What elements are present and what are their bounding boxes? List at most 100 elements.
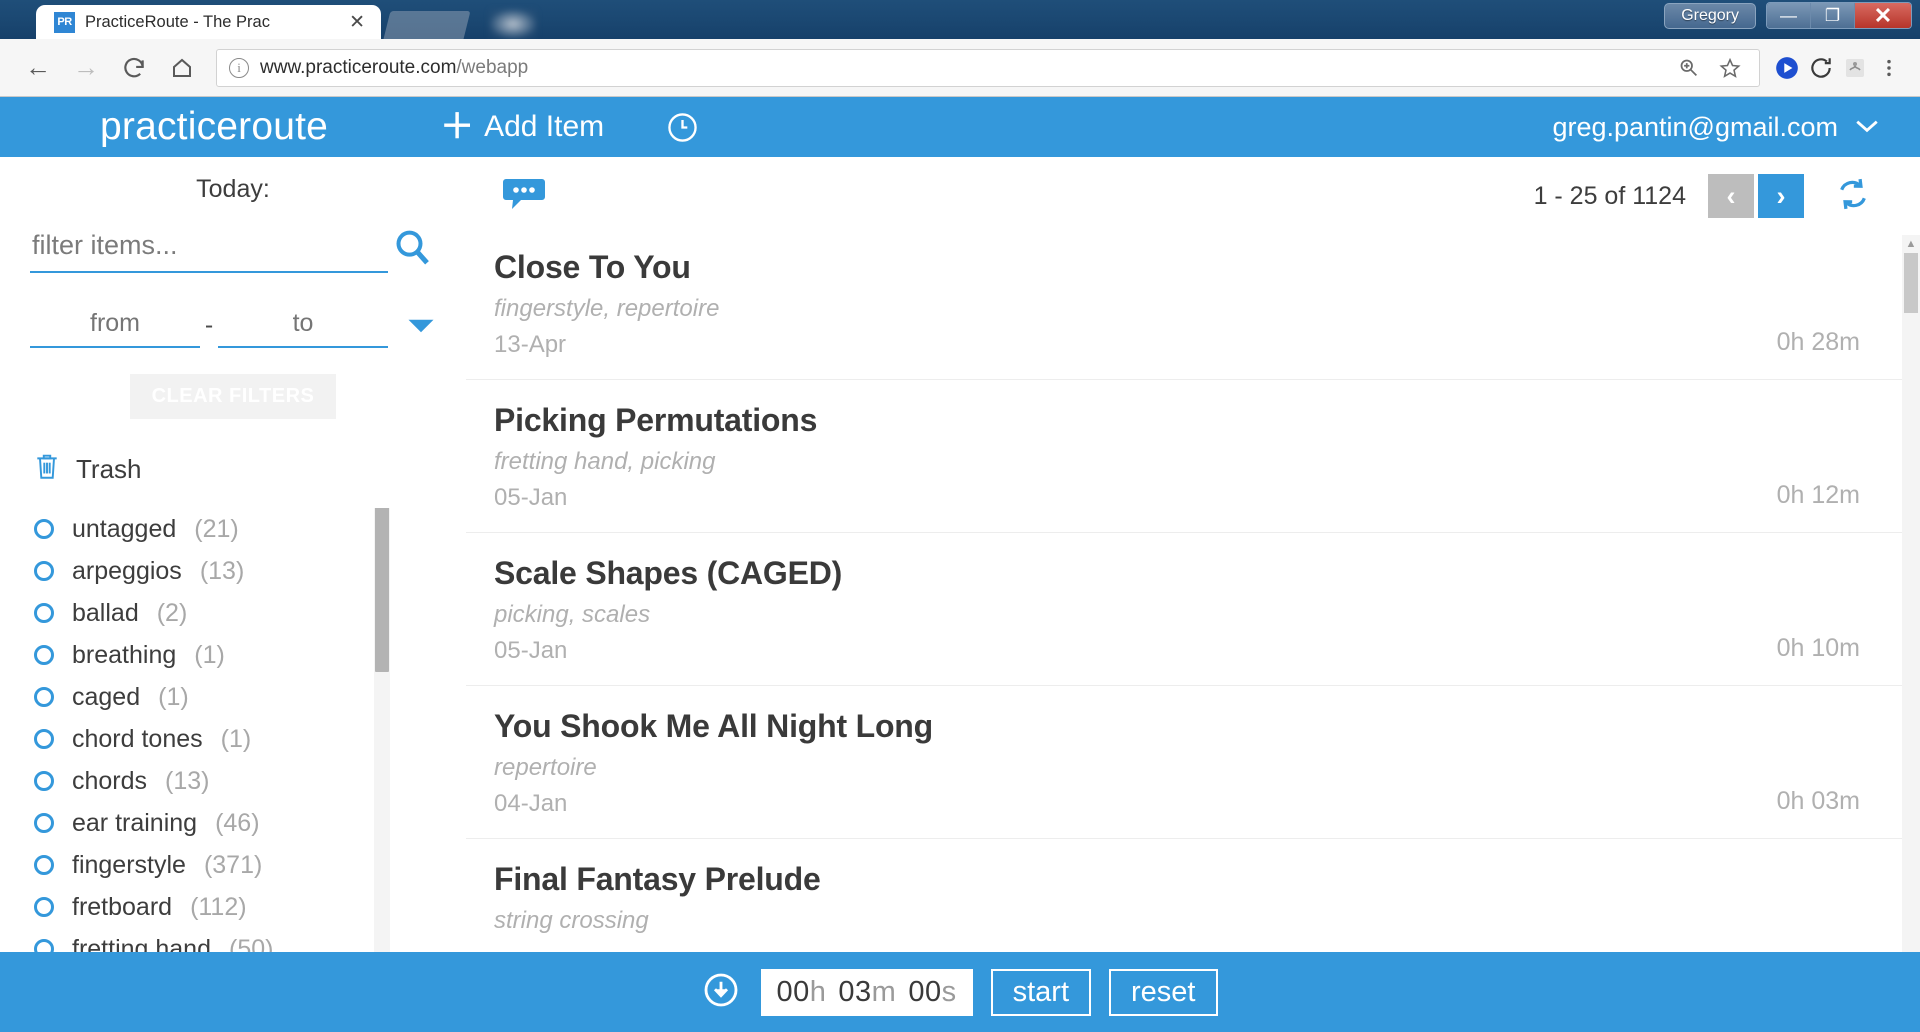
sidebar-tag-item[interactable]: breathing (1)	[34, 634, 466, 676]
add-item-label: Add Item	[484, 110, 605, 143]
app-logo[interactable]: practiceroute	[100, 105, 328, 149]
timer-hours: 00	[776, 975, 810, 1008]
timer-display[interactable]: 00 h 03 m 00 s	[760, 968, 973, 1016]
trash-label: Trash	[76, 454, 142, 484]
sidebar-tag-item[interactable]: chord tones (1)	[34, 718, 466, 760]
sidebar-tag-item[interactable]: fretboard (112)	[34, 886, 466, 928]
tag-count: (46)	[215, 808, 260, 837]
tag-radio-icon[interactable]	[34, 561, 54, 581]
tag-label: fretboard	[72, 892, 173, 921]
maximize-icon[interactable]: ❐	[1811, 3, 1855, 28]
reload-icon[interactable]	[110, 44, 158, 92]
main-scrollbar[interactable]: ▲	[1902, 235, 1920, 952]
tag-radio-icon[interactable]	[34, 645, 54, 665]
date-range-row: -	[30, 309, 436, 348]
new-tab-button[interactable]	[383, 11, 471, 39]
sidebar-tag-item[interactable]: untagged (21)	[34, 508, 466, 550]
tag-radio-icon[interactable]	[34, 771, 54, 791]
window-close-icon[interactable]: ✕	[1855, 3, 1911, 28]
star-icon[interactable]	[1713, 51, 1747, 85]
tag-count: (1)	[220, 724, 252, 753]
item-duration: 0h 12m	[1776, 481, 1860, 509]
tag-radio-icon[interactable]	[34, 687, 54, 707]
date-to-input[interactable]	[218, 309, 388, 348]
item-tags: picking, scales	[494, 601, 651, 628]
reset-button[interactable]: reset	[1109, 968, 1218, 1016]
list-item[interactable]: Final Fantasy Prelude string crossing	[466, 839, 1920, 952]
main-toolbar: 1 - 25 of 1124 ‹ ›	[466, 157, 1920, 235]
list-item[interactable]: Close To You fingerstyle, repertoire 13-Ap…	[466, 235, 1920, 380]
start-button[interactable]: start	[990, 968, 1092, 1016]
item-title: Picking Permutations	[494, 402, 818, 438]
filter-input[interactable]	[30, 226, 388, 273]
scrollbar-thumb[interactable]	[1904, 253, 1918, 313]
search-icon[interactable]	[388, 227, 436, 273]
tag-label: chord tones	[72, 724, 203, 753]
item-title: You Shook Me All Night Long	[494, 708, 933, 744]
comment-bubble-icon[interactable]	[502, 175, 546, 218]
menu-icon[interactable]	[1872, 51, 1906, 85]
date-separator: -	[204, 311, 214, 339]
sidebar-tag-item[interactable]: caged (1)	[34, 676, 466, 718]
filter-row	[30, 226, 436, 273]
zoom-icon[interactable]	[1671, 51, 1705, 85]
download-timer-icon[interactable]	[703, 972, 739, 1013]
tag-label: ballad	[72, 598, 139, 627]
date-from-input[interactable]	[30, 309, 200, 348]
chevron-down-icon[interactable]	[406, 311, 436, 348]
list-item[interactable]: You Shook Me All Night Long repertoire 04-…	[466, 686, 1920, 839]
sidebar-tag-item[interactable]: ballad (2)	[34, 592, 466, 634]
browser-tab-practiceroute[interactable]: PR PracticeRoute - The Prac ✕	[36, 5, 381, 39]
add-item-button[interactable]: ＋ Add Item	[440, 110, 604, 144]
sidebar-tag-item[interactable]: fingerstyle (371)	[34, 844, 466, 886]
browser-profile-button[interactable]: Gregory	[1664, 2, 1756, 29]
list-item[interactable]: Picking Permutations fretting hand, picki…	[466, 380, 1920, 533]
scroll-up-icon[interactable]: ▲	[1902, 235, 1920, 253]
tag-count: (1)	[194, 640, 225, 669]
tag-radio-icon[interactable]	[34, 519, 54, 539]
clear-filters-button[interactable]: CLEAR FILTERS	[129, 374, 337, 419]
extension-puzzle-icon[interactable]	[1838, 51, 1872, 85]
close-icon[interactable]: ✕	[343, 11, 371, 34]
minimize-icon[interactable]: —	[1767, 3, 1811, 28]
extension-play-icon[interactable]	[1770, 51, 1804, 85]
back-icon[interactable]: ←	[14, 44, 62, 92]
tag-count: (1)	[158, 682, 189, 711]
forward-icon[interactable]: →	[62, 44, 110, 92]
timer-minutes: 03	[838, 975, 872, 1008]
extension-sync-icon[interactable]	[1804, 51, 1838, 85]
sidebar-scrollbar[interactable]: ▲	[374, 508, 390, 978]
prev-page-button[interactable]: ‹	[1708, 174, 1754, 218]
item-title: Final Fantasy Prelude	[494, 861, 821, 897]
item-title: Close To You	[494, 249, 691, 285]
tag-label: ear training	[72, 808, 198, 837]
sidebar-tag-item[interactable]: arpeggios (13)	[34, 550, 466, 592]
sidebar-tag-item[interactable]: chords (13)	[34, 760, 466, 802]
tag-count: (13)	[165, 766, 210, 795]
browser-toolbar: ← → i www.practiceroute.com/webapp	[0, 39, 1920, 97]
clock-icon[interactable]	[666, 111, 698, 143]
pagination: 1 - 25 of 1124 ‹ ›	[1534, 174, 1872, 218]
tag-radio-icon[interactable]	[34, 603, 54, 623]
next-page-button[interactable]: ›	[1758, 174, 1804, 218]
address-bar-actions	[1659, 51, 1747, 85]
tag-radio-icon[interactable]	[34, 813, 54, 833]
home-icon[interactable]	[158, 44, 206, 92]
tag-count: (21)	[194, 514, 239, 543]
tab-title: PracticeRoute - The Prac	[85, 12, 270, 31]
url-text: www.practiceroute.com/webapp	[260, 57, 528, 79]
item-duration: 0h 03m	[1776, 787, 1860, 815]
sidebar-item-trash[interactable]: Trash	[34, 453, 466, 486]
item-date: 04-Jan	[494, 790, 568, 817]
list-item[interactable]: Scale Shapes (CAGED) picking, scales 05-Ja…	[466, 533, 1920, 686]
account-menu[interactable]: greg.pantin@gmail.com	[1552, 112, 1880, 143]
site-info-icon[interactable]: i	[229, 57, 249, 78]
tag-radio-icon[interactable]	[34, 729, 54, 749]
address-bar[interactable]: i www.practiceroute.com/webapp	[216, 48, 1760, 87]
tag-radio-icon[interactable]	[34, 855, 54, 875]
sidebar-tag-item[interactable]: ear training (46)	[34, 802, 466, 844]
scrollbar-thumb[interactable]	[375, 508, 389, 672]
tag-label: chords	[72, 766, 148, 795]
refresh-icon[interactable]	[1834, 177, 1872, 216]
tag-radio-icon[interactable]	[34, 897, 54, 917]
